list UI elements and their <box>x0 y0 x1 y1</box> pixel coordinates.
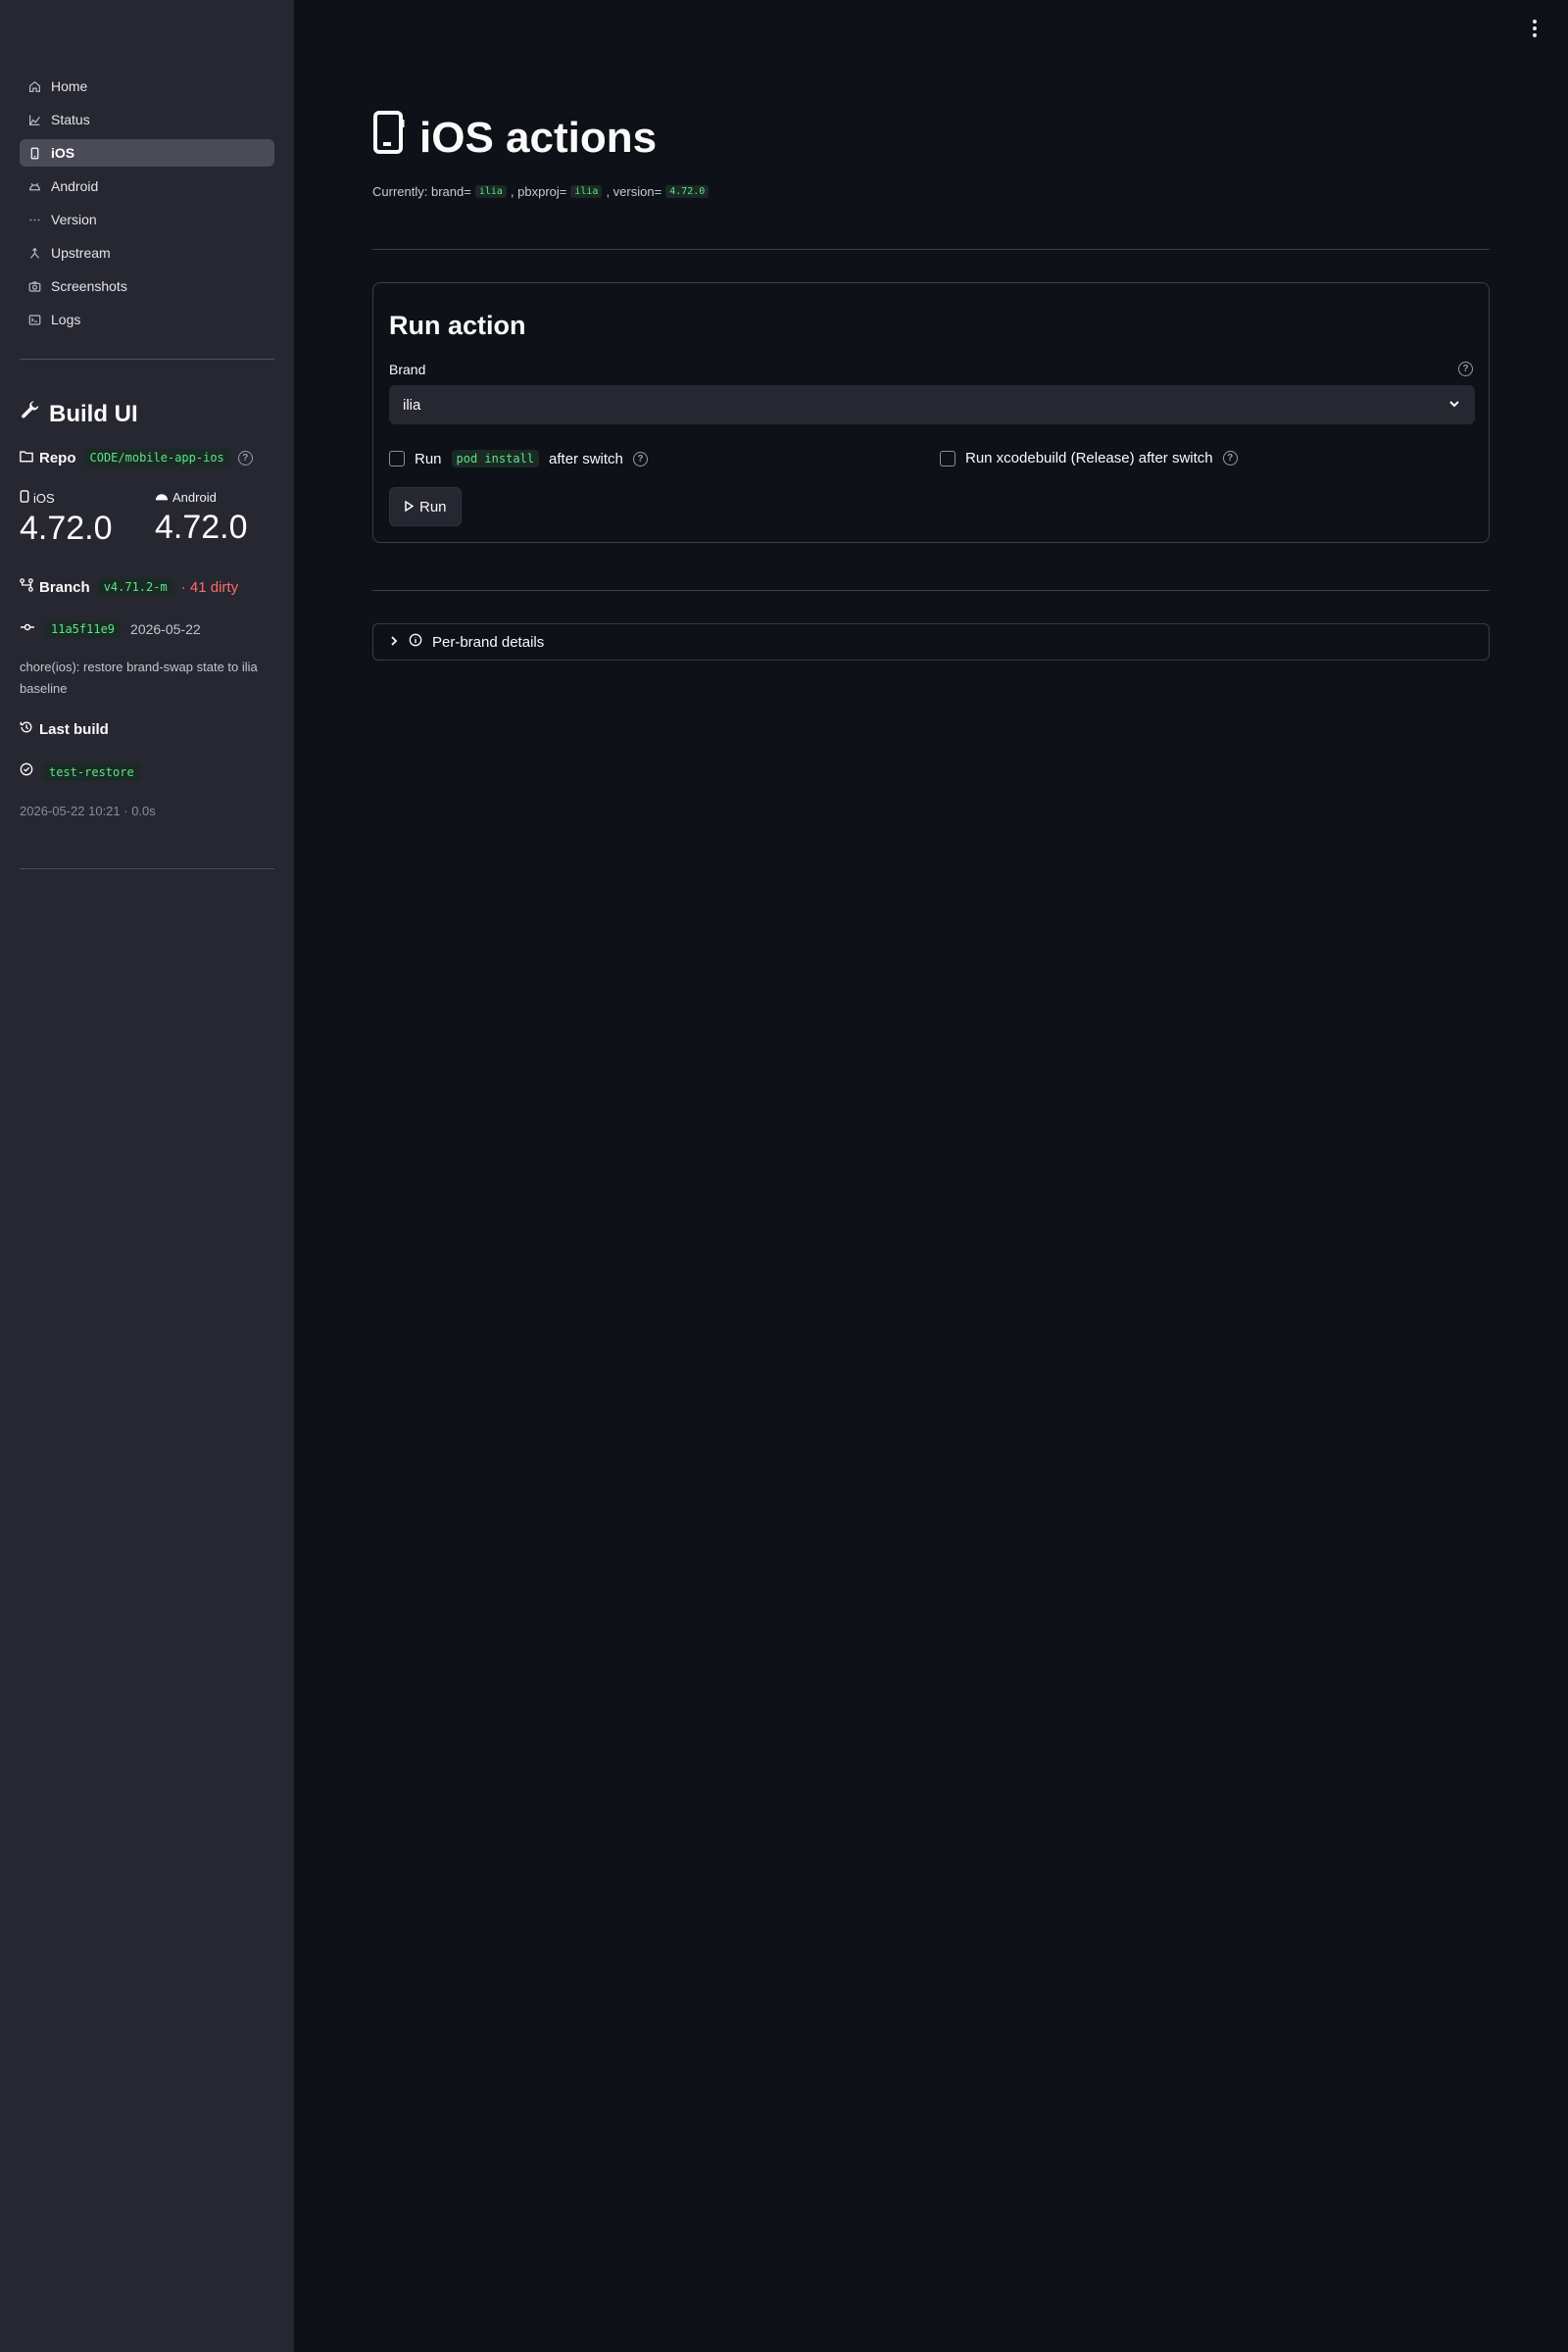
xcodebuild-checkbox[interactable] <box>940 450 956 466</box>
phone-icon <box>27 146 41 160</box>
last-build-name: test-restore <box>43 762 140 781</box>
brand-select-value: ilia <box>403 396 421 414</box>
sidebar-divider <box>20 868 274 869</box>
commit-date: 2026-05-22 <box>130 621 201 637</box>
info-icon <box>409 633 422 651</box>
help-icon[interactable]: ? <box>237 450 253 466</box>
folder-icon <box>20 450 33 466</box>
last-build-heading: Last build <box>20 720 109 738</box>
commit-row: 11a5f11e9 2026-05-22 <box>20 620 201 638</box>
help-icon[interactable]: ? <box>632 451 648 466</box>
repo-label: Repo <box>39 449 76 466</box>
merge-icon <box>27 246 41 260</box>
chevron-right-icon <box>389 634 399 651</box>
help-icon[interactable]: ? <box>1222 451 1238 466</box>
sidebar-item-label: Status <box>51 112 90 127</box>
branch-label: Branch <box>39 578 90 596</box>
ios-metric-label: iOS <box>33 490 55 506</box>
commit-icon <box>20 620 35 638</box>
pod-install-checkbox[interactable] <box>389 451 405 466</box>
ios-metric: iOS 4.72.0 <box>20 490 113 548</box>
commit-message: chore(ios): restore brand-swap state to … <box>20 660 258 696</box>
history-icon <box>20 720 33 738</box>
repo-path: CODE/mobile-app-ios <box>83 449 230 466</box>
current-state-text: Currently: brand= ilia , pbxproj= ilia ,… <box>372 184 710 199</box>
page-title: iOS actions <box>372 110 657 166</box>
sidebar-item-logs[interactable]: Logs <box>20 306 274 333</box>
android-icon <box>27 179 41 193</box>
sidebar-item-status[interactable]: Status <box>20 106 274 133</box>
branch-name: v4.71.2-m <box>97 578 173 596</box>
play-icon <box>404 499 415 515</box>
current-pbxproj: ilia <box>570 185 603 198</box>
pod-install-code: pod install <box>451 450 540 467</box>
phone-icon <box>20 490 29 506</box>
sidebar-item-label: Android <box>51 178 99 194</box>
sidebar-nav: Home Status iOS Android Version Upstream… <box>20 73 274 339</box>
per-brand-expander[interactable]: Per-brand details <box>372 623 1490 661</box>
current-brand: ilia <box>474 185 507 198</box>
sidebar: Home Status iOS Android Version Upstream… <box>0 0 294 2352</box>
sidebar-item-upstream[interactable]: Upstream <box>20 239 274 267</box>
sidebar-item-home[interactable]: Home <box>20 73 274 100</box>
sidebar-item-android[interactable]: Android <box>20 172 274 200</box>
sidebar-item-label: Logs <box>51 312 81 327</box>
sidebar-item-label: Screenshots <box>51 278 127 294</box>
home-icon <box>27 79 41 93</box>
ios-metric-value: 4.72.0 <box>20 510 113 547</box>
sidebar-item-screenshots[interactable]: Screenshots <box>20 272 274 300</box>
more-menu-icon[interactable] <box>1529 20 1541 37</box>
current-version: 4.72.0 <box>665 185 710 198</box>
version-icon <box>27 213 41 226</box>
branch-icon <box>20 578 33 596</box>
xcodebuild-option: Run xcodebuild (Release) after switch ? <box>940 450 1238 466</box>
phone-icon <box>372 110 406 166</box>
wrench-icon <box>20 400 41 428</box>
android-metric-label: Android <box>172 490 217 505</box>
sidebar-item-label: Upstream <box>51 245 111 261</box>
brand-select[interactable]: ilia <box>389 385 1475 424</box>
repo-row: Repo CODE/mobile-app-ios ? <box>20 449 253 466</box>
chart-icon <box>27 113 41 126</box>
terminal-icon <box>27 313 41 326</box>
android-metric: Android 4.72.0 <box>155 490 248 547</box>
chevron-down-icon <box>1447 397 1461 411</box>
sidebar-item-label: Version <box>51 212 97 227</box>
help-icon[interactable]: ? <box>1458 362 1473 376</box>
card-title: Run action <box>389 311 526 340</box>
main-divider <box>372 249 1490 250</box>
pod-install-option: Run pod install after switch ? <box>389 450 648 467</box>
android-icon <box>155 490 169 505</box>
last-build-row: test-restore <box>20 762 140 781</box>
sidebar-title: Build UI <box>20 400 138 428</box>
sidebar-divider <box>20 359 274 360</box>
branch-row: Branch v4.71.2-m · 41 dirty <box>20 578 238 596</box>
sidebar-item-label: iOS <box>51 145 75 161</box>
main-divider <box>372 590 1490 591</box>
brand-label: Brand <box>389 362 426 377</box>
run-button[interactable]: Run <box>389 487 462 526</box>
sidebar-item-label: Home <box>51 78 88 94</box>
dirty-count: · 41 dirty <box>180 578 239 596</box>
commit-hash: 11a5f11e9 <box>45 620 122 638</box>
camera-icon <box>27 279 41 293</box>
last-build-meta: 2026-05-22 10:21 · 0.0s <box>20 804 156 818</box>
android-metric-value: 4.72.0 <box>155 509 248 546</box>
check-circle-icon <box>20 762 33 781</box>
expander-label: Per-brand details <box>432 633 545 651</box>
run-action-card: Run action Brand ? ilia Run pod install … <box>372 282 1490 543</box>
sidebar-item-version[interactable]: Version <box>20 206 274 233</box>
sidebar-item-ios[interactable]: iOS <box>20 139 274 167</box>
